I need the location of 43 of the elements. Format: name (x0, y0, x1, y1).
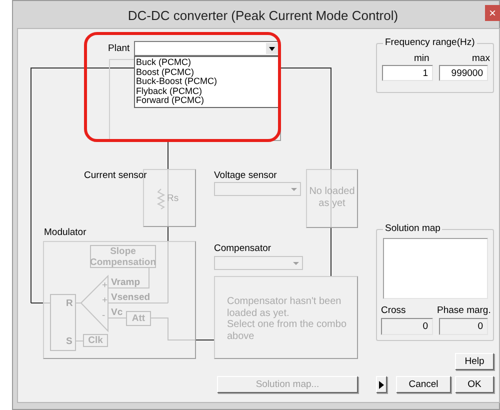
expand-button[interactable] (376, 376, 387, 393)
voltage-sensor-panel (306, 169, 358, 228)
set-label: S (66, 336, 72, 347)
max-frequency-field[interactable]: 999000 (439, 65, 488, 81)
slope-compensation-block: Slope Compensation (90, 245, 156, 268)
modulator-label: Modulator (44, 227, 86, 238)
input-sign: - (102, 310, 106, 321)
frequency-group-title: Frequency range(Hz) (383, 37, 477, 48)
resistor-label: Rs (167, 193, 179, 204)
current-sensor-label: Current sensor (84, 170, 147, 181)
cancel-button[interactable]: Cancel (396, 376, 451, 393)
phase-margin-label: Phase marg. (437, 305, 491, 316)
plant-option[interactable]: Buck-Boost (PCMC) (136, 77, 279, 87)
plant-option[interactable]: Buck (PCMC) (136, 58, 279, 68)
reset-label: R (66, 298, 73, 309)
help-button[interactable]: Help (455, 353, 494, 370)
input-label: Vc (111, 307, 123, 318)
voltage-sensor-note: No loaded as yet (308, 186, 356, 209)
window-title: DC-DC converter (Peak Current Mode Control) (126, 8, 400, 23)
play-icon (379, 380, 384, 388)
plant-option[interactable]: Flyback (PCMC) (136, 86, 279, 96)
phase-margin-field[interactable]: 0 (439, 318, 488, 335)
input-label: Vsensed (111, 292, 150, 303)
compensator-label: Compensator (214, 243, 272, 254)
plant-dropdown[interactable] (134, 41, 280, 56)
voltage-sensor-label: Voltage sensor (214, 170, 277, 181)
max-label: max (472, 53, 490, 64)
plant-option[interactable]: Forward (PCMC) (136, 96, 279, 106)
input-sign: + (102, 295, 108, 306)
close-button[interactable]: × (485, 5, 500, 21)
cross-label: Cross (381, 305, 406, 316)
compensator-note: Compensator hasn't been loaded as yet. Select one from the combo above (227, 296, 348, 342)
clock-block: Clk (83, 334, 108, 347)
input-label: Vramp (111, 277, 140, 288)
input-sign: + (102, 280, 108, 291)
min-frequency-field[interactable]: 1 (382, 65, 433, 81)
plant-label: Plant (108, 43, 130, 54)
attenuator-block: Att (126, 311, 151, 326)
cross-field[interactable]: 0 (381, 318, 433, 335)
plant-option[interactable]: Boost (PCMC) (136, 68, 279, 78)
ok-button[interactable]: OK (455, 376, 494, 393)
solution-map-title: Solution map (383, 223, 442, 234)
min-label: min (414, 53, 430, 64)
